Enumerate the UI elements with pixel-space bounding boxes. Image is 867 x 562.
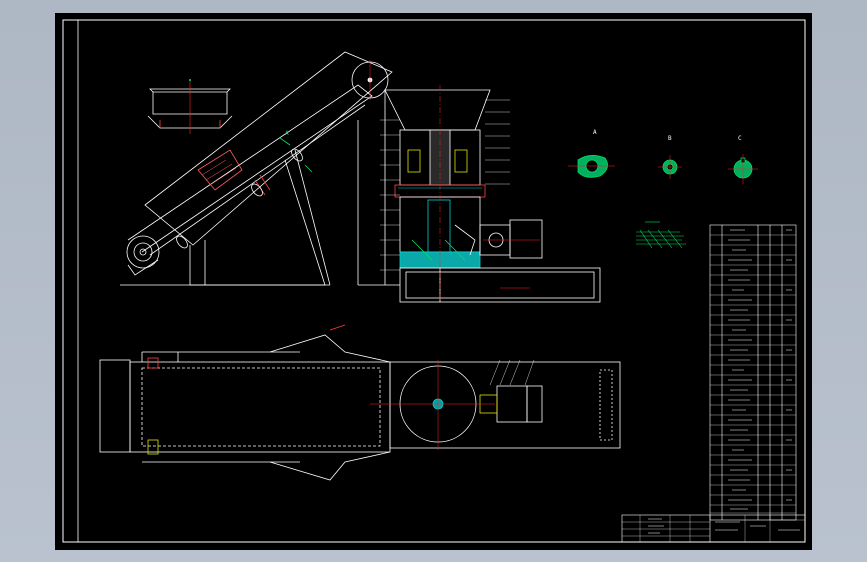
section-c-label: C [738,135,742,142]
section-a-label: A [593,129,597,136]
section-b-label: B [668,135,672,142]
cad-drawing-canvas[interactable]: A A B C [0,0,867,562]
svg-text:A: A [285,130,289,137]
cad-viewport[interactable]: A A B C [0,0,867,562]
drawing-sheet [55,13,812,550]
